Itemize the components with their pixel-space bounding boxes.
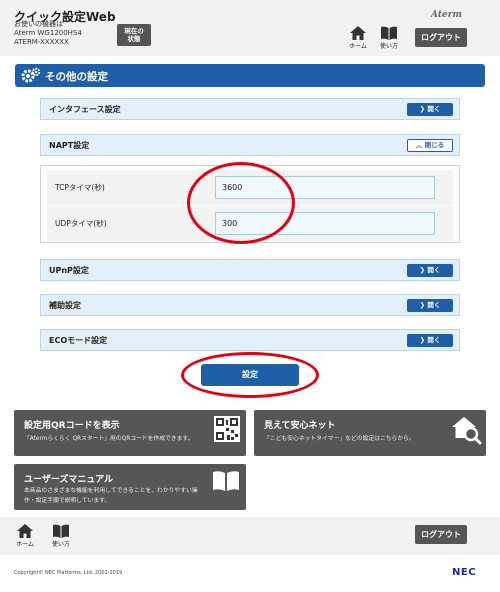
footer-logout-button[interactable]: ログアウト <box>415 525 467 544</box>
section-banner: その他の設定 <box>15 64 485 87</box>
logout-button[interactable]: ログアウト <box>415 28 467 47</box>
tile-title: 見えて安心ネット <box>264 421 336 431</box>
expand-button[interactable]: ❯ 開く <box>407 299 453 312</box>
accordion-title: ECOモード設定 <box>49 336 108 345</box>
home-icon <box>17 524 33 538</box>
tile-description: 「こども安心ネットタイマー」などの設定はこちらから。 <box>264 436 415 442</box>
house-magnifier-icon <box>452 417 482 445</box>
manual-label: 使い方 <box>379 43 398 50</box>
accordion-title: UPnP設定 <box>49 266 89 275</box>
qr-code-icon <box>214 416 240 442</box>
manual-nav[interactable]: 使い方 <box>374 26 404 50</box>
mieru-anshin-net-tile[interactable]: 見えて安心ネット 「こども安心ネットタイマー」などの設定はこちらから。 <box>254 410 486 456</box>
device-model: Aterm WG1200HS4 <box>14 29 82 37</box>
accordion-title: NAPT設定 <box>49 141 90 150</box>
accordion-assist[interactable]: 補助設定 ❯ 開く <box>40 294 460 316</box>
chevron-up-icon: ︿ <box>415 141 425 149</box>
annotation-circle <box>187 162 295 244</box>
accordion-eco[interactable]: ECOモード設定 ❯ 開く <box>40 329 460 351</box>
tile-description: 「Atermらくらく QRスタート」用のQRコードを作成できます。 <box>24 436 194 442</box>
book-icon <box>381 26 397 40</box>
book-icon <box>53 524 69 538</box>
tile-description-line1: 本商品のさまざまな機能を利用してできることを、わかりやすい操 <box>24 488 198 494</box>
accordion-napt[interactable]: NAPT設定 ︿ 閉じる <box>40 134 460 156</box>
expand-button[interactable]: ❯ 開く <box>407 103 453 116</box>
udp-timer-label: UDPタイマ(秒) <box>55 219 107 228</box>
header: クイック設定Web お使いの機器は Aterm WG1200HS4 ATERM-… <box>0 0 500 56</box>
home-label: ホーム <box>349 43 367 50</box>
home-icon <box>350 26 366 40</box>
open-book-icon <box>213 471 239 491</box>
device-id: ATERM-XXXXXX <box>14 38 69 46</box>
expand-button[interactable]: ❯ 開く <box>407 334 453 347</box>
nec-logo: NEC <box>452 567 477 578</box>
annotation-circle <box>181 352 319 398</box>
manual-label: 使い方 <box>51 541 70 548</box>
footer-bar: ホーム 使い方 ログアウト <box>0 517 500 555</box>
accordion-title: インタフェース設定 <box>49 105 121 114</box>
home-label: ホーム <box>16 541 34 548</box>
tile-description-line2: 作・設定手順で説明しています。 <box>24 498 111 504</box>
copyright: Copyright© NEC Platforms, Ltd. 2001-2019 <box>14 570 123 576</box>
tcp-timer-label: TCPタイマ(秒) <box>55 183 105 192</box>
current-status-button[interactable]: 現在の 状態 <box>117 24 151 46</box>
status-button-line1: 現在の <box>124 27 144 35</box>
tile-title: 設定用QRコードを表示 <box>24 421 120 431</box>
tile-title: ユーザーズマニュアル <box>24 475 114 485</box>
accordion-upnp[interactable]: UPnP設定 ❯ 開く <box>40 259 460 281</box>
accordion-title: 補助設定 <box>49 301 81 310</box>
users-manual-tile[interactable]: ユーザーズマニュアル 本商品のさまざまな機能を利用してできることを、わかりやすい… <box>14 464 246 510</box>
collapse-button[interactable]: ︿ 閉じる <box>407 139 453 152</box>
aterm-logo: Aterm <box>431 10 462 20</box>
home-nav[interactable]: ホーム <box>343 26 373 50</box>
expand-button[interactable]: ❯ 開く <box>407 264 453 277</box>
footer-manual-nav[interactable]: 使い方 <box>46 524 76 548</box>
status-button-line2: 状態 <box>127 35 141 43</box>
footer-home-nav[interactable]: ホーム <box>10 524 40 548</box>
page-title: その他の設定 <box>45 71 108 83</box>
qr-code-tile[interactable]: 設定用QRコードを表示 「Atermらくらく QRスタート」用のQRコードを作成… <box>14 410 246 456</box>
device-caption: お使いの機器は <box>14 20 63 28</box>
accordion-interface[interactable]: インタフェース設定 ❯ 開く <box>40 98 460 120</box>
gear-icon <box>21 67 41 83</box>
